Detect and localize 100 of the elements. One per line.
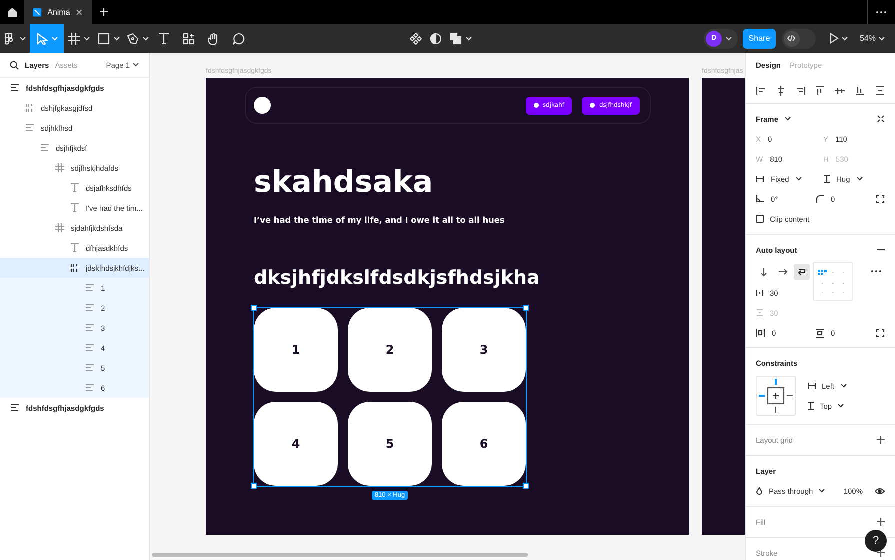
caret-icon xyxy=(842,36,848,40)
code-icon xyxy=(787,35,796,42)
stack-icon xyxy=(85,303,95,313)
height-icon xyxy=(824,175,830,183)
number-card[interactable]: 2 xyxy=(348,308,432,392)
pen-icon xyxy=(127,32,139,44)
hero-title: skahdsaka xyxy=(254,166,434,200)
plus-square-icon xyxy=(767,387,785,405)
speech-bubble-icon xyxy=(233,32,245,44)
present-button[interactable] xyxy=(830,33,848,44)
more-icon[interactable] xyxy=(871,270,882,273)
hash-icon xyxy=(68,32,80,44)
plus-icon[interactable] xyxy=(877,518,885,526)
square-icon xyxy=(98,32,110,44)
padding-icon[interactable] xyxy=(876,328,885,338)
caret-icon[interactable] xyxy=(838,404,844,408)
distribute-icon[interactable] xyxy=(874,86,885,96)
search-icon[interactable] xyxy=(10,60,19,70)
drop-icon xyxy=(756,486,763,496)
stack-icon xyxy=(10,403,20,413)
hash-icon xyxy=(55,163,65,173)
caret-icon xyxy=(466,36,472,40)
caret-icon[interactable] xyxy=(784,117,791,121)
eye-icon[interactable] xyxy=(875,488,885,494)
overlapping-squares-icon xyxy=(450,32,462,44)
wrap-layout-icon xyxy=(25,103,35,113)
stack-icon xyxy=(85,283,95,293)
hand-icon xyxy=(208,32,220,44)
number-card[interactable]: 4 xyxy=(254,402,338,486)
file-tab[interactable]: Anima xyxy=(24,0,92,24)
arrow-right-icon xyxy=(778,266,788,276)
dev-mode-toggle[interactable] xyxy=(782,28,816,48)
zoom-menu[interactable]: 54% xyxy=(860,34,885,43)
section-heading: dksjhfjdkslfdsdkjsfhdsjkha xyxy=(254,266,540,290)
plus-icon[interactable] xyxy=(877,436,885,444)
plus-icon[interactable] xyxy=(877,549,885,557)
text-icon xyxy=(70,243,80,253)
text-icon xyxy=(70,203,80,213)
resize-handle[interactable] xyxy=(251,305,257,311)
number-card[interactable]: 6 xyxy=(442,402,526,486)
corners-icon[interactable] xyxy=(876,194,885,204)
height-icon xyxy=(808,402,814,410)
wrap-arrow-icon xyxy=(797,266,807,276)
half-circle-icon xyxy=(430,32,442,44)
angle-icon xyxy=(756,195,764,203)
scrollbar[interactable] xyxy=(152,553,528,557)
align-center-icon[interactable] xyxy=(776,86,786,96)
stack-icon xyxy=(85,343,95,353)
logo-circle xyxy=(254,97,271,114)
align-top-icon[interactable] xyxy=(815,86,826,96)
padding-horizontal-icon xyxy=(756,329,765,337)
caret-icon xyxy=(133,63,139,67)
caret-icon xyxy=(879,36,885,40)
corner-radius-icon xyxy=(816,195,824,203)
width-icon xyxy=(756,176,764,182)
padding-vertical-icon xyxy=(816,328,824,338)
gap-icon xyxy=(756,289,764,297)
grid-logo-icon xyxy=(4,32,16,44)
stack-icon xyxy=(10,83,20,93)
caret-icon[interactable] xyxy=(857,177,864,181)
play-icon xyxy=(830,33,839,44)
caret-icon[interactable] xyxy=(796,177,802,181)
stack-icon xyxy=(85,383,95,393)
caret-icon xyxy=(143,36,149,40)
number-card[interactable]: 5 xyxy=(348,402,432,486)
caret-icon xyxy=(114,36,120,40)
caret-icon xyxy=(726,36,732,40)
help-button[interactable]: ? xyxy=(865,530,887,552)
caret-icon xyxy=(84,36,90,40)
row-gap-icon xyxy=(756,309,764,317)
arrow-down-icon xyxy=(759,266,769,276)
stack-icon xyxy=(85,323,95,333)
text-icon xyxy=(158,32,170,44)
caret-icon xyxy=(52,36,58,40)
minus-icon[interactable] xyxy=(877,249,885,251)
direction-button[interactable] xyxy=(794,264,810,280)
number-card[interactable]: 3 xyxy=(442,308,526,392)
resize-handle[interactable] xyxy=(251,483,257,489)
resize-handle[interactable] xyxy=(523,483,529,489)
stack-icon xyxy=(25,123,35,133)
align-left-icon[interactable] xyxy=(756,86,766,96)
align-right-icon[interactable] xyxy=(796,86,806,96)
collapse-icon[interactable] xyxy=(877,115,885,123)
text-icon xyxy=(70,183,80,193)
caret-icon[interactable] xyxy=(819,489,826,493)
align-middle-icon[interactable] xyxy=(835,86,846,96)
hero-subtitle: I’ve had the time of my life, and I owe it all to all hues xyxy=(254,214,505,226)
home-icon[interactable] xyxy=(6,7,18,17)
more-icon[interactable] xyxy=(876,10,887,14)
file-icon xyxy=(33,8,42,16)
wrap-layout-icon xyxy=(70,263,80,273)
resize-handle[interactable] xyxy=(523,305,529,311)
stack-icon xyxy=(85,363,95,373)
component-icon xyxy=(410,32,422,44)
align-bottom-icon[interactable] xyxy=(855,86,866,96)
close-icon[interactable] xyxy=(76,8,83,16)
cursor-icon xyxy=(36,32,48,44)
width-icon xyxy=(808,383,816,389)
caret-icon[interactable] xyxy=(840,384,847,388)
number-card[interactable]: 1 xyxy=(254,308,338,392)
